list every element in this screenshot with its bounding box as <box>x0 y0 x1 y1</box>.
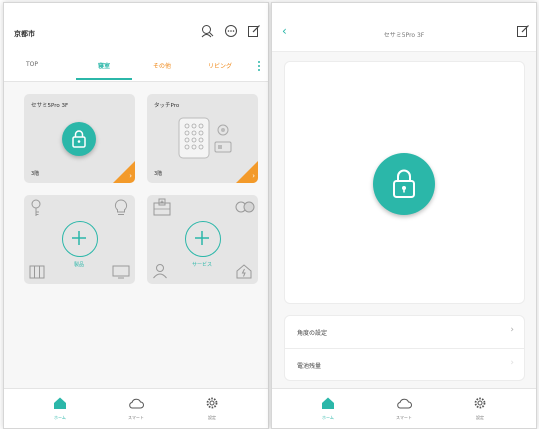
nav-home[interactable]: ホーム <box>308 395 348 421</box>
home-icon <box>322 397 334 409</box>
tab-living[interactable]: リビング <box>208 61 232 70</box>
touch-pro-device-card[interactable]: タッチPro 3階 › <box>147 94 258 183</box>
nav-smart[interactable]: スマート <box>384 395 424 421</box>
card-title: タッチPro <box>154 103 180 109</box>
person-icon <box>153 264 167 279</box>
add-product-label: 製品 <box>74 262 85 268</box>
card-location: 3階 <box>154 171 163 177</box>
building-icon <box>153 198 171 216</box>
lock-button[interactable] <box>62 122 96 156</box>
nav-smart[interactable]: スマート <box>116 395 156 421</box>
add-product-card[interactable]: 製品 <box>24 195 135 284</box>
bottom-navigation: ホーム スマート 設定 <box>272 388 536 428</box>
nav-label: ホーム <box>54 415 66 420</box>
setting-label: 電池残量 <box>297 363 322 370</box>
gear-icon <box>206 397 218 409</box>
add-service-button[interactable] <box>185 221 221 257</box>
nav-label: スマート <box>396 415 412 420</box>
home-header: 京都市 <box>4 3 268 51</box>
city-name: 京都市 <box>14 30 35 38</box>
pills-icon <box>235 201 255 213</box>
battery-level-row[interactable]: 電池残量 › <box>285 349 524 381</box>
nav-settings[interactable]: 設定 <box>460 395 500 421</box>
plus-icon <box>194 230 209 245</box>
chevron-right-icon: › <box>252 172 255 180</box>
light-bulb-icon <box>115 199 127 215</box>
page-title: セサミ5Pro 3F <box>383 32 425 39</box>
angle-setting-row[interactable]: 角度の設定 › <box>285 316 524 349</box>
device-detail-screen: ‹ セサミ5Pro 3F 角度の設定 › 電池残量 › ホーム スマート 設定 <box>271 2 537 429</box>
nav-label: 設定 <box>476 415 484 420</box>
nav-settings[interactable]: 設定 <box>192 395 232 421</box>
tab-top[interactable]: TOP <box>26 61 38 68</box>
add-service-label: サービス <box>192 262 213 268</box>
nav-label: スマート <box>128 415 144 420</box>
more-icon[interactable] <box>258 61 260 71</box>
plus-icon <box>71 230 86 245</box>
smart-home-icon <box>236 264 252 279</box>
setting-label: 角度の設定 <box>297 330 328 337</box>
add-product-button[interactable] <box>62 221 98 257</box>
cloud-icon <box>397 398 412 409</box>
nav-label: 設定 <box>208 415 216 420</box>
add-service-card[interactable]: サービス <box>147 195 258 284</box>
settings-list: 角度の設定 › 電池残量 › <box>284 315 525 381</box>
tab-bedroom[interactable]: 寝室 <box>98 61 110 70</box>
door-icon <box>29 265 45 279</box>
main-lock-button[interactable] <box>373 153 435 215</box>
back-chevron-icon[interactable]: ‹ <box>282 25 287 37</box>
edit-icon[interactable] <box>516 24 530 38</box>
tv-icon <box>112 265 130 279</box>
key-icon <box>31 199 41 216</box>
home-screen: 京都市 TOP 寝室 その他 リビング セサミ5Pro 3F 3階 › タッチP… <box>3 2 269 429</box>
active-tab-underline <box>76 78 132 80</box>
gear-icon <box>474 397 486 409</box>
sesame-device-card[interactable]: セサミ5Pro 3F 3階 › <box>24 94 135 183</box>
chevron-right-icon: › <box>129 172 132 180</box>
keypad-icon <box>178 117 232 159</box>
chat-icon[interactable] <box>224 24 238 38</box>
tab-other[interactable]: その他 <box>153 61 171 70</box>
lock-icon <box>393 169 415 198</box>
detail-header: ‹ セサミ5Pro 3F <box>272 3 536 52</box>
cloud-icon <box>129 398 144 409</box>
chevron-right-icon: › <box>510 325 514 335</box>
edit-icon[interactable] <box>247 24 261 38</box>
lock-icon <box>72 130 86 148</box>
chevron-right-icon: › <box>510 358 514 368</box>
nav-label: ホーム <box>322 415 334 420</box>
card-location: 3階 <box>31 171 40 177</box>
lock-control-panel <box>284 61 525 304</box>
card-title: セサミ5Pro 3F <box>31 103 69 109</box>
room-tabs: TOP 寝室 その他 リビング <box>4 51 268 82</box>
bottom-navigation: ホーム スマート 設定 <box>4 388 268 428</box>
user-search-icon[interactable] <box>201 24 215 38</box>
home-icon <box>54 397 66 409</box>
nav-home[interactable]: ホーム <box>40 395 80 421</box>
